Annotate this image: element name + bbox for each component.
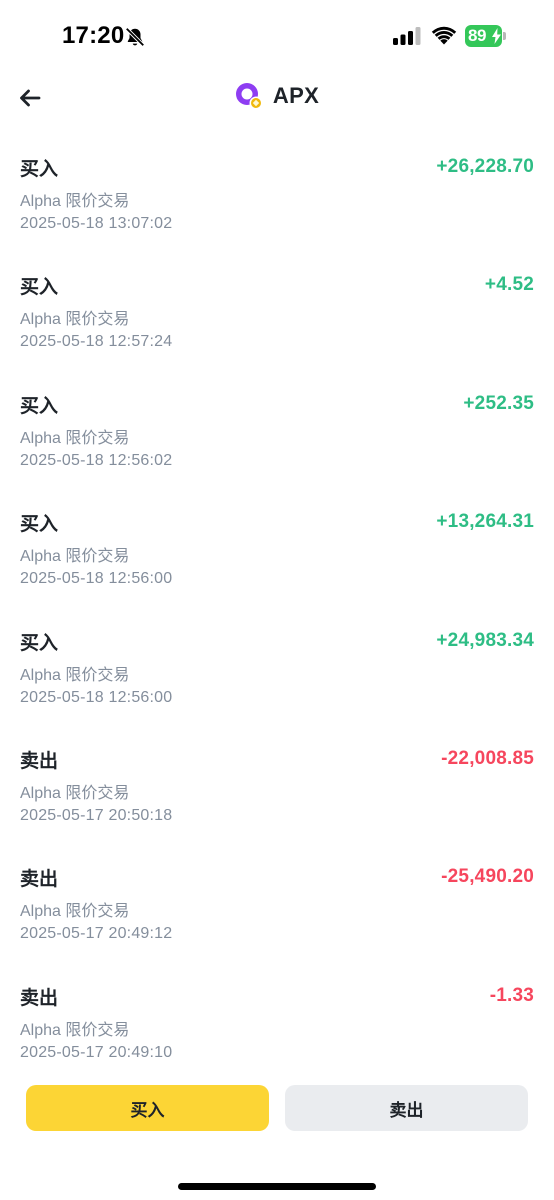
transaction-type: 卖出 [20,750,59,772]
transaction-row[interactable]: 买入 Alpha 限价交易 2025-05-18 12:56:00 +24,983.3… [0,614,554,732]
transaction-row[interactable]: 买入 Alpha 限价交易 2025-05-18 12:56:00 +13,264.3… [0,495,554,613]
transaction-time: 2025-05-17 20:50:18 [20,806,173,824]
transaction-source: Alpha 限价交易 [20,311,130,329]
transaction-amount: -22,008.85 [441,747,534,769]
transaction-source: Alpha 限价交易 [20,1021,130,1039]
transaction-amount: +26,228.70 [436,156,534,177]
transaction-amount: -25,490.20 [441,866,534,888]
sell-button[interactable]: 卖出 [285,1085,528,1131]
transaction-amount: +4.52 [484,274,534,296]
transaction-time: 2025-05-18 12:56:00 [20,688,173,706]
cellular-signal-icon [393,27,421,45]
transaction-source: Alpha 限价交易 [20,666,130,684]
battery-icon: 89 [465,25,507,47]
page-title: APX [272,83,320,108]
transaction-time: 2025-05-18 12:57:24 [20,333,173,351]
transaction-time: 2025-05-17 20:49:10 [20,1043,173,1061]
transaction-source: Alpha 限价交易 [20,193,130,210]
transaction-row[interactable]: 买入 Alpha 限价交易 2025-05-18 12:57:24 +4.52 [0,258,554,376]
transaction-time: 2025-05-18 12:56:00 [20,570,173,588]
transaction-type: 买入 [20,277,59,299]
transaction-source: Alpha 限价交易 [20,784,130,802]
transaction-source: Alpha 限价交易 [20,429,130,447]
transaction-amount: +24,983.34 [436,629,534,651]
bell-slash-icon [125,27,145,47]
bottom-action-bar: 买入 卖出 [0,1068,554,1200]
buy-button[interactable]: 买入 [26,1085,269,1131]
transaction-time: 2025-05-17 20:49:12 [20,925,173,943]
apx-token-logo [235,83,263,110]
transaction-source: Alpha 限价交易 [20,548,130,566]
charging-bolt-icon [492,28,501,44]
transaction-amount: -1.33 [489,984,534,1006]
transaction-time: 2025-05-18 13:07:02 [20,215,173,232]
transaction-row[interactable]: 买入 Alpha 限价交易 2025-05-18 12:56:02 +252.35 [0,377,554,495]
home-indicator [178,1183,376,1190]
header: APX [0,76,554,122]
transaction-row[interactable]: 卖出 Alpha 限价交易 2025-05-17 20:49:12 -25,490.2… [0,850,554,968]
transaction-type: 卖出 [20,987,59,1009]
transaction-amount: +13,264.31 [436,511,534,533]
battery-tip [503,32,506,40]
transaction-row[interactable]: 卖出 Alpha 限价交易 2025-05-17 20:50:18 -22,008.8… [0,732,554,850]
status-bar: 17:20 89 [0,0,554,76]
transaction-time: 2025-05-18 12:56:02 [20,451,173,469]
wifi-icon [431,26,457,45]
transaction-source: Alpha 限价交易 [20,903,130,921]
status-time: 17:20 [62,22,125,49]
transaction-type: 买入 [20,395,59,417]
transaction-amount: +252.35 [463,392,534,414]
title-group: APX [0,82,554,110]
battery-level: 89 [468,26,486,45]
page: 17:20 89 APX 买入 Alpha 限价交易 2025-05-18 13… [0,0,554,1200]
transaction-type: 卖出 [20,869,59,891]
transaction-type: 买入 [20,632,59,654]
transaction-type: 买入 [20,514,59,536]
transaction-row[interactable]: 买入 Alpha 限价交易 2025-05-18 13:07:02 +26,228.7… [0,140,554,258]
transaction-type: 买入 [20,159,59,180]
transaction-list[interactable]: 买入 Alpha 限价交易 2025-05-18 13:07:02 +26,228.7… [0,140,554,1087]
